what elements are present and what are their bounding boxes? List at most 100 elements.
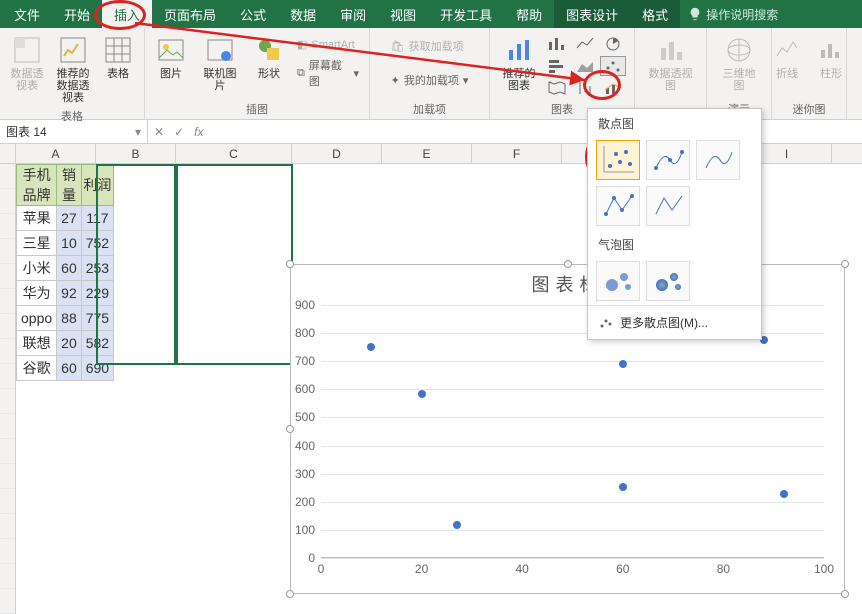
tell-me-search[interactable]: 操作说明搜索 bbox=[688, 6, 778, 23]
more-scatter-charts[interactable]: 更多散点图(M)... bbox=[588, 305, 761, 339]
row-header[interactable] bbox=[0, 239, 15, 264]
row-header[interactable] bbox=[0, 164, 15, 189]
table-cell[interactable]: 三星 bbox=[17, 231, 57, 256]
row-header[interactable] bbox=[0, 514, 15, 539]
online-picture-button[interactable]: 联机图片 bbox=[195, 32, 245, 94]
data-point[interactable] bbox=[418, 390, 426, 398]
accept-formula-icon[interactable]: ✓ bbox=[174, 125, 184, 139]
recommended-pivot-button[interactable]: 推荐的数据透视表 bbox=[52, 32, 94, 106]
table-cell[interactable]: oppo bbox=[17, 306, 57, 331]
sparkline-column-button[interactable]: 柱形 bbox=[811, 32, 851, 82]
col-header-C[interactable]: C bbox=[176, 144, 292, 163]
row-header[interactable] bbox=[0, 489, 15, 514]
table-header[interactable]: 利润 bbox=[81, 165, 113, 206]
table-cell[interactable]: 229 bbox=[81, 281, 113, 306]
table-cell[interactable]: 60 bbox=[57, 256, 82, 281]
chart-map-button[interactable] bbox=[544, 78, 570, 98]
row-header[interactable] bbox=[0, 389, 15, 414]
row-header[interactable] bbox=[0, 589, 15, 614]
resize-handle-n[interactable] bbox=[564, 260, 572, 268]
table-header[interactable]: 手机品牌 bbox=[17, 165, 57, 206]
pivot-chart-button[interactable]: 数据透视图 bbox=[641, 32, 700, 94]
resize-handle-nw[interactable] bbox=[286, 260, 294, 268]
table-cell[interactable]: 752 bbox=[81, 231, 113, 256]
table-cell[interactable]: 谷歌 bbox=[17, 356, 57, 381]
col-header-F[interactable]: F bbox=[472, 144, 562, 163]
tab-formulas[interactable]: 公式 bbox=[228, 0, 278, 30]
data-point[interactable] bbox=[780, 490, 788, 498]
tab-view[interactable]: 视图 bbox=[378, 0, 428, 30]
tab-format[interactable]: 格式 bbox=[630, 0, 680, 30]
tab-file[interactable]: 文件 bbox=[2, 0, 52, 30]
recommended-charts-button[interactable]: 推荐的图表 bbox=[499, 32, 540, 94]
bubble-option-3d[interactable] bbox=[646, 261, 690, 301]
scatter-option-smooth-lines[interactable] bbox=[696, 140, 740, 180]
table-cell[interactable]: 88 bbox=[57, 306, 82, 331]
table-cell[interactable]: 775 bbox=[81, 306, 113, 331]
scatter-option-straight-lines[interactable] bbox=[646, 186, 690, 226]
table-cell[interactable]: 60 bbox=[57, 356, 82, 381]
tab-insert[interactable]: 插入 bbox=[102, 0, 152, 30]
col-header-B[interactable]: B bbox=[96, 144, 176, 163]
table-cell[interactable]: 华为 bbox=[17, 281, 57, 306]
select-all-corner[interactable] bbox=[0, 144, 16, 163]
row-header[interactable] bbox=[0, 264, 15, 289]
row-header[interactable] bbox=[0, 214, 15, 239]
row-header[interactable] bbox=[0, 564, 15, 589]
tab-review[interactable]: 审阅 bbox=[328, 0, 378, 30]
chart-line-button[interactable] bbox=[572, 34, 598, 54]
chart-area-button[interactable] bbox=[572, 56, 598, 76]
col-header-D[interactable]: D bbox=[292, 144, 382, 163]
row-header[interactable] bbox=[0, 439, 15, 464]
table-cell[interactable]: 27 bbox=[57, 206, 82, 231]
tab-page-layout[interactable]: 页面布局 bbox=[152, 0, 228, 30]
chart-scatter-button[interactable] bbox=[600, 56, 626, 76]
scatter-option-straight-lines-markers[interactable] bbox=[596, 186, 640, 226]
col-header-A[interactable]: A bbox=[16, 144, 96, 163]
cancel-formula-icon[interactable]: ✕ bbox=[154, 125, 164, 139]
chart-stock-button[interactable] bbox=[572, 78, 598, 98]
chart-bar-button[interactable] bbox=[544, 56, 570, 76]
table-header[interactable]: 销量 bbox=[57, 165, 82, 206]
fx-icon[interactable]: fx bbox=[194, 125, 203, 139]
tab-help[interactable]: 帮助 bbox=[504, 0, 554, 30]
table-cell[interactable]: 92 bbox=[57, 281, 82, 306]
scatter-option-smooth-lines-markers[interactable] bbox=[646, 140, 690, 180]
table-cell[interactable]: 联想 bbox=[17, 331, 57, 356]
my-addins-button[interactable]: ✦我的加载项 ▾ bbox=[387, 70, 473, 90]
chart-combo-button[interactable] bbox=[600, 78, 626, 98]
bubble-option-2d[interactable] bbox=[596, 261, 640, 301]
resize-handle-w[interactable] bbox=[286, 425, 294, 433]
smartart-button[interactable]: ◧SmartArt bbox=[293, 36, 363, 53]
row-header[interactable] bbox=[0, 414, 15, 439]
row-header[interactable] bbox=[0, 339, 15, 364]
data-point[interactable] bbox=[367, 343, 375, 351]
pivot-table-button[interactable]: 数据透视表 bbox=[6, 32, 48, 94]
row-header[interactable] bbox=[0, 539, 15, 564]
row-header[interactable] bbox=[0, 189, 15, 214]
tab-developer[interactable]: 开发工具 bbox=[428, 0, 504, 30]
scatter-option-markers[interactable] bbox=[596, 140, 640, 180]
data-point[interactable] bbox=[453, 521, 461, 529]
table-cell[interactable]: 253 bbox=[81, 256, 113, 281]
data-point[interactable] bbox=[619, 483, 627, 491]
resize-handle-sw[interactable] bbox=[286, 590, 294, 598]
col-header-E[interactable]: E bbox=[382, 144, 472, 163]
data-point[interactable] bbox=[619, 360, 627, 368]
sparkline-line-button[interactable]: 折线 bbox=[767, 32, 807, 82]
chart-column-button[interactable] bbox=[544, 34, 570, 54]
row-header[interactable] bbox=[0, 364, 15, 389]
row-header[interactable] bbox=[0, 314, 15, 339]
tab-data[interactable]: 数据 bbox=[278, 0, 328, 30]
tab-chart-design[interactable]: 图表设计 bbox=[554, 0, 630, 30]
row-header[interactable] bbox=[0, 289, 15, 314]
table-cell[interactable]: 690 bbox=[81, 356, 113, 381]
picture-button[interactable]: 图片 bbox=[151, 32, 191, 82]
table-cell[interactable]: 小米 bbox=[17, 256, 57, 281]
get-addins-button[interactable]: 🛍获取加载项 bbox=[387, 36, 473, 56]
table-cell[interactable]: 苹果 bbox=[17, 206, 57, 231]
chart-pie-button[interactable] bbox=[600, 34, 626, 54]
shapes-button[interactable]: 形状 bbox=[249, 32, 289, 82]
plot-area[interactable]: 0100200300400500600700800900020406080100 bbox=[321, 305, 824, 558]
tab-home[interactable]: 开始 bbox=[52, 0, 102, 30]
